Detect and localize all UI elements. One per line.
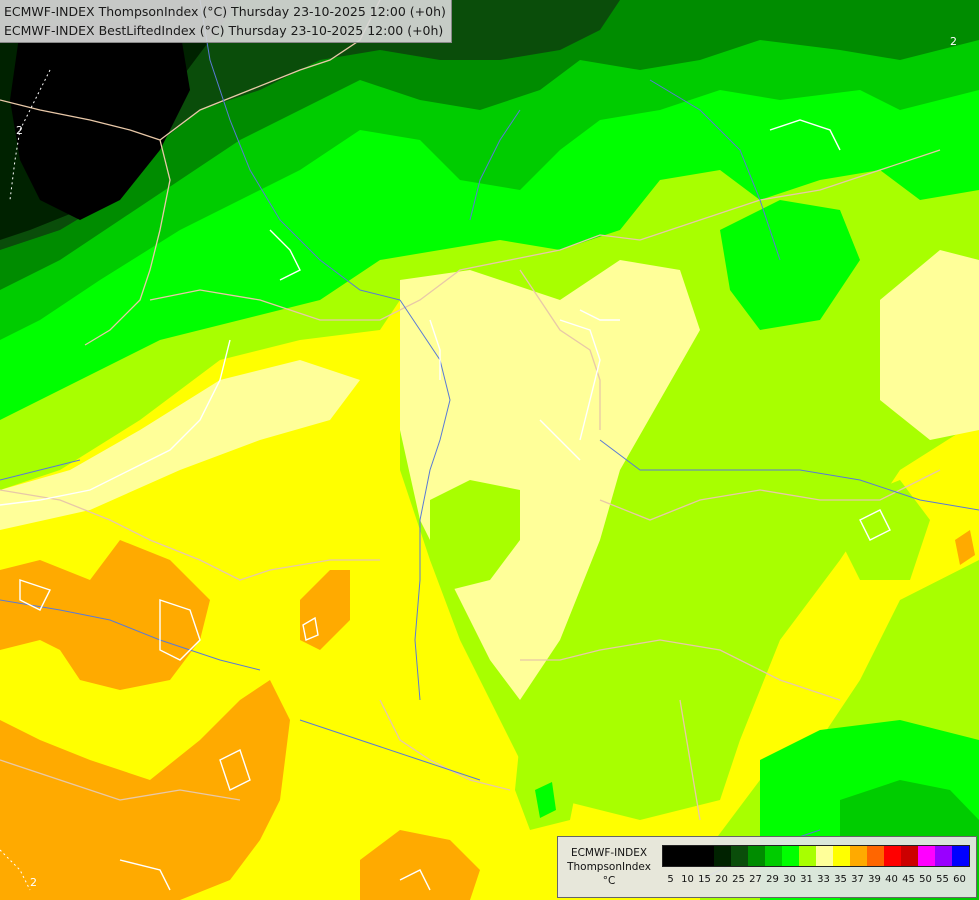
legend-swatch [680,846,697,866]
weather-map: 2 2 2 [0,0,979,900]
legend-swatch [918,846,935,866]
legend-swatch [663,846,680,866]
legend-swatch [901,846,918,866]
legend-swatch [714,846,731,866]
contour-label-east: 2 [950,35,957,48]
legend-swatch [952,846,969,866]
color-legend: ECMWF-INDEX ThompsonIndex °C 5 10 15 20 25 27… [557,836,977,898]
contour-label-southwest: 2 [30,876,37,889]
legend-tick-label: 29 [766,874,779,885]
legend-tick-label: 55 [936,874,949,885]
legend-tick-label: 35 [834,874,847,885]
title-best-lifted-index: ECMWF-INDEX BestLiftedIndex (°C) Thursda… [4,23,444,38]
legend-model: ECMWF-INDEX [570,847,648,859]
legend-tick-label: 39 [868,874,881,885]
legend-tick-label: 45 [902,874,915,885]
legend-tick-label: 40 [885,874,898,885]
legend-parameter: ThompsonIndex [567,861,651,873]
legend-swatch [850,846,867,866]
legend-tick-label: 10 [681,874,694,885]
legend-swatch [748,846,765,866]
legend-swatch [867,846,884,866]
legend-tick-label: 50 [919,874,932,885]
legend-swatch [765,846,782,866]
legend-swatch [782,846,799,866]
legend-tick-label: 33 [817,874,830,885]
legend-swatch [935,846,952,866]
legend-unit: °C [602,875,616,887]
contour-label-north: 2 [16,124,23,137]
legend-tick-label: 27 [749,874,762,885]
legend-swatches [662,845,970,867]
legend-tick-label: 60 [953,874,966,885]
legend-swatch [799,846,816,866]
title-thompson-index: ECMWF-INDEX ThompsonIndex (°C) Thursday … [4,4,446,19]
map-title-box: ECMWF-INDEX ThompsonIndex (°C) Thursday … [0,0,452,43]
legend-tick-label: 15 [698,874,711,885]
legend-tick-label: 37 [851,874,864,885]
legend-swatch [833,846,850,866]
legend-swatch [697,846,714,866]
legend-ticks: 5 10 15 20 25 27 29 30 31 33 35 37 39 40 45 50 55 60 [662,874,968,888]
legend-tick-label: 20 [715,874,728,885]
legend-swatch [884,846,901,866]
legend-tick-label: 25 [732,874,745,885]
legend-tick-label: 5 [667,874,674,885]
legend-title: ECMWF-INDEX ThompsonIndex °C [558,846,660,888]
legend-swatch [816,846,833,866]
legend-tick-label: 31 [800,874,813,885]
legend-swatch [731,846,748,866]
legend-tick-label: 30 [783,874,796,885]
